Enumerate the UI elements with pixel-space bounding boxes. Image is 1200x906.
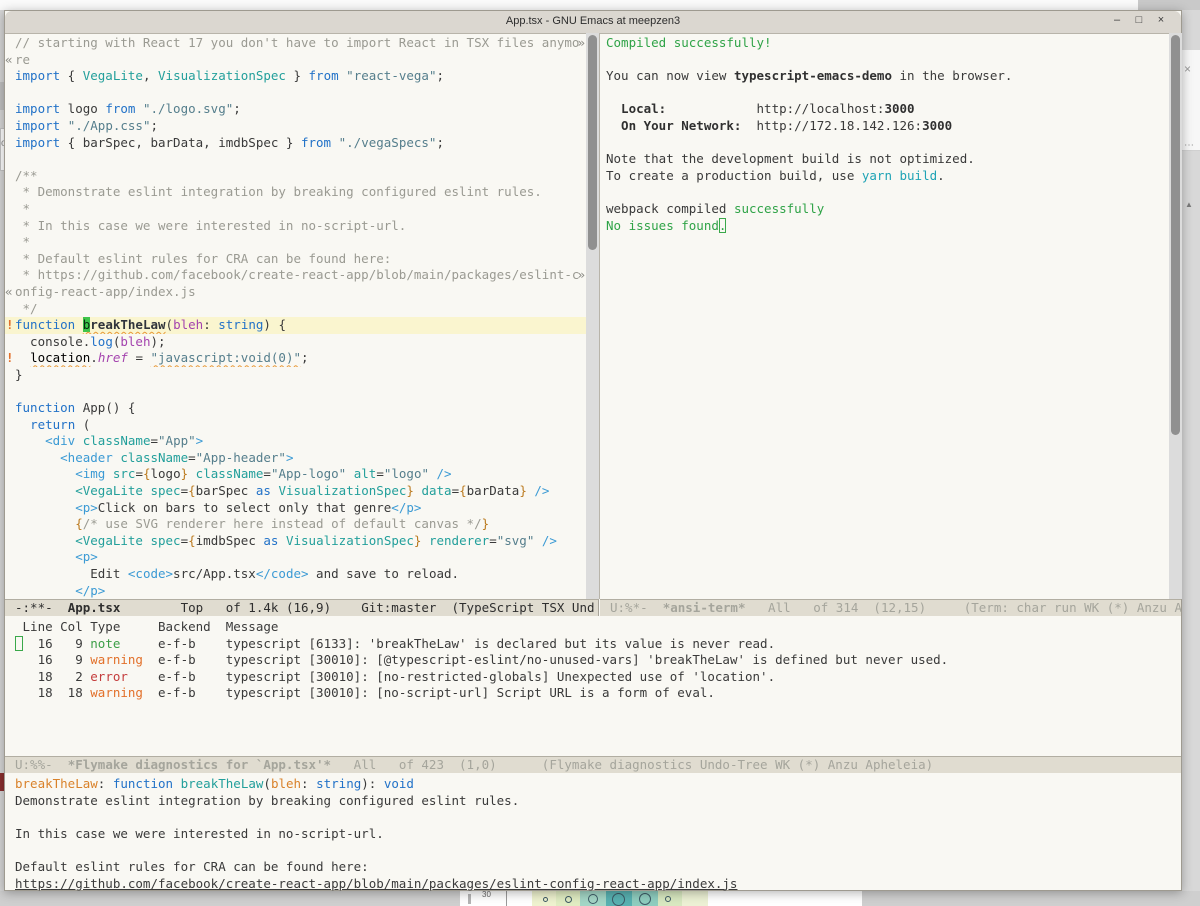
text-line: Default eslint rules for CRA can be foun… xyxy=(5,859,1181,876)
maximize-button[interactable]: □ xyxy=(1131,14,1147,30)
text-line: <p>Click on bars to select only that gen… xyxy=(5,500,586,517)
close-icon: × xyxy=(1184,62,1198,76)
text-line: * xyxy=(5,201,586,218)
text-line xyxy=(5,85,586,102)
bubble xyxy=(565,896,572,903)
text-line: «re xyxy=(5,52,586,69)
text-line: On Your Network: http://172.18.142.126:3… xyxy=(600,118,1170,135)
bubble xyxy=(665,896,671,902)
text-line: {/* use SVG renderer here instead of def… xyxy=(5,516,586,533)
text-line: * In this case we were interested in no-… xyxy=(5,218,586,235)
bubble xyxy=(543,897,548,902)
text-line: To create a production build, use yarn b… xyxy=(600,168,1170,185)
text-line xyxy=(600,52,1170,69)
diagnostic-fringe-icon: ! xyxy=(6,317,15,334)
text-line: U:%%- *Flymake diagnostics for `App.tsx'… xyxy=(5,757,1181,773)
text-line: 18 2 error e-f-b typescript [30010]: [no… xyxy=(5,669,1181,686)
text-line: <div className="App"> xyxy=(5,433,586,450)
text-line: <img src={logo} className="App-logo" alt… xyxy=(5,466,586,483)
text-line: } xyxy=(5,367,586,384)
text-line: !function breakTheLaw(bleh: string) { xyxy=(5,317,586,334)
text-line: 18 18 warning e-f-b typescript [30010]: … xyxy=(5,685,1181,702)
close-button[interactable]: × xyxy=(1153,14,1169,30)
text-line: import logo from "./logo.svg"; xyxy=(5,101,586,118)
text-line xyxy=(5,151,586,168)
bubble xyxy=(612,893,625,906)
text-line: // starting with React 17 you don't have… xyxy=(5,35,586,52)
text-line: ! location.href = "javascript:void(0)"; xyxy=(5,350,586,367)
text-line: import { barSpec, barData, imdbSpec } fr… xyxy=(5,135,586,152)
text-line: <VegaLite spec={barSpec as Visualization… xyxy=(5,483,586,500)
text-line: import { VegaLite, VisualizationSpec } f… xyxy=(5,68,586,85)
text-line: /** xyxy=(5,168,586,185)
modeline-editor: -:**- App.tsx Top of 1.4k (16,9) Git:mas… xyxy=(5,599,599,616)
text-line: return ( xyxy=(5,417,586,434)
text-line: import "./App.css"; xyxy=(5,118,586,135)
scrollbar-thumb[interactable] xyxy=(1171,35,1180,435)
text-line: webpack compiled successfully xyxy=(600,201,1170,218)
text-line: 16 9 note e-f-b typescript [6133]: 'brea… xyxy=(5,636,1181,653)
bubble xyxy=(588,894,598,904)
text-line: console.log(bleh); xyxy=(5,334,586,351)
text-line: <p> xyxy=(5,549,586,566)
modeline-flymake: U:%%- *Flymake diagnostics for `App.tsx'… xyxy=(5,756,1181,773)
text-line: Local: http://localhost:3000 xyxy=(600,101,1170,118)
window-title: App.tsx - GNU Emacs at meepzen3 xyxy=(5,15,1181,27)
emacs-window: App.tsx - GNU Emacs at meepzen3 – □ × //… xyxy=(4,10,1182,891)
text-line xyxy=(5,383,586,400)
text-line: Compiled successfully! xyxy=(600,35,1170,52)
modeline-terminal: U:%*- *ansi-term* All of 314 (12,15) (Te… xyxy=(600,599,1181,616)
text-line: https://github.com/facebook/create-react… xyxy=(5,876,1181,893)
text-line: */ xyxy=(5,301,586,318)
text-line: Line Col Type Backend Message xyxy=(5,619,1181,636)
text-line: Demonstrate eslint integration by breaki… xyxy=(5,793,1181,810)
text-line: 16 9 warning e-f-b typescript [30010]: [… xyxy=(5,652,1181,669)
text-line: breakTheLaw: function breakTheLaw(bleh: … xyxy=(5,776,1181,793)
text-line: In this case we were interested in no-sc… xyxy=(5,826,1181,843)
scrollbar-thumb[interactable] xyxy=(588,35,597,250)
wrap-indicator-icon: » xyxy=(577,267,585,284)
wrap-indicator-icon: » xyxy=(577,35,585,52)
bubble xyxy=(639,893,651,905)
text-line: Note that the development build is not o… xyxy=(600,151,1170,168)
text-line: U:%*- *ansi-term* All of 314 (12,15) (Te… xyxy=(600,600,1181,616)
text-line: * xyxy=(5,234,586,251)
background-sliver-top-right xyxy=(1138,0,1200,10)
editor-buffer[interactable]: // starting with React 17 you don't have… xyxy=(5,33,586,601)
terminal-scrollbar[interactable] xyxy=(1169,33,1182,599)
editor-scrollbar[interactable] xyxy=(586,33,600,599)
wrap-indicator-icon: « xyxy=(5,284,15,301)
text-line xyxy=(600,184,1170,201)
minimize-button[interactable]: – xyxy=(1109,14,1125,30)
text-line xyxy=(600,85,1170,102)
text-line: function App() { xyxy=(5,400,586,417)
scroll-up-arrow-icon: ▲ xyxy=(1185,200,1197,210)
overflow-menu-icon: ⋯ xyxy=(1184,140,1198,152)
text-line: You can now view typescript-emacs-demo i… xyxy=(600,68,1170,85)
text-line: «onfig-react-app/index.js xyxy=(5,284,586,301)
text-line: Edit <code>src/App.tsx</code> and save t… xyxy=(5,566,586,583)
text-line: </p> xyxy=(5,583,586,600)
text-line: * https://github.com/facebook/create-rea… xyxy=(5,267,586,284)
text-line: * Default eslint rules for CRA can be fo… xyxy=(5,251,586,268)
text-line xyxy=(5,809,1181,826)
terminal-buffer[interactable]: Compiled successfully! You can now view t… xyxy=(600,33,1170,601)
axis-label-fragment xyxy=(468,894,471,904)
desktop: oca × ⋯ ▲ 30 App.tsx - GNU Emacs at meep… xyxy=(0,0,1200,906)
text-line: No issues found. xyxy=(600,218,1170,235)
text-line: <VegaLite spec={imdbSpec as Visualizatio… xyxy=(5,533,586,550)
text-line: -:**- App.tsx Top of 1.4k (16,9) Git:mas… xyxy=(5,600,598,616)
text-line: <header className="App-header"> xyxy=(5,450,586,467)
diagnostic-fringe-icon: ! xyxy=(6,350,15,367)
wrap-indicator-icon: « xyxy=(5,52,15,69)
flymake-diagnostics-buffer[interactable]: Line Col Type Backend Message 16 9 note … xyxy=(5,616,1181,759)
title-bar: App.tsx - GNU Emacs at meepzen3 – □ × xyxy=(5,11,1181,34)
text-line: * Demonstrate eslint integration by brea… xyxy=(5,184,586,201)
text-line xyxy=(600,135,1170,152)
text-line xyxy=(5,842,1181,859)
echo-area: breakTheLaw: function breakTheLaw(bleh: … xyxy=(5,773,1181,894)
